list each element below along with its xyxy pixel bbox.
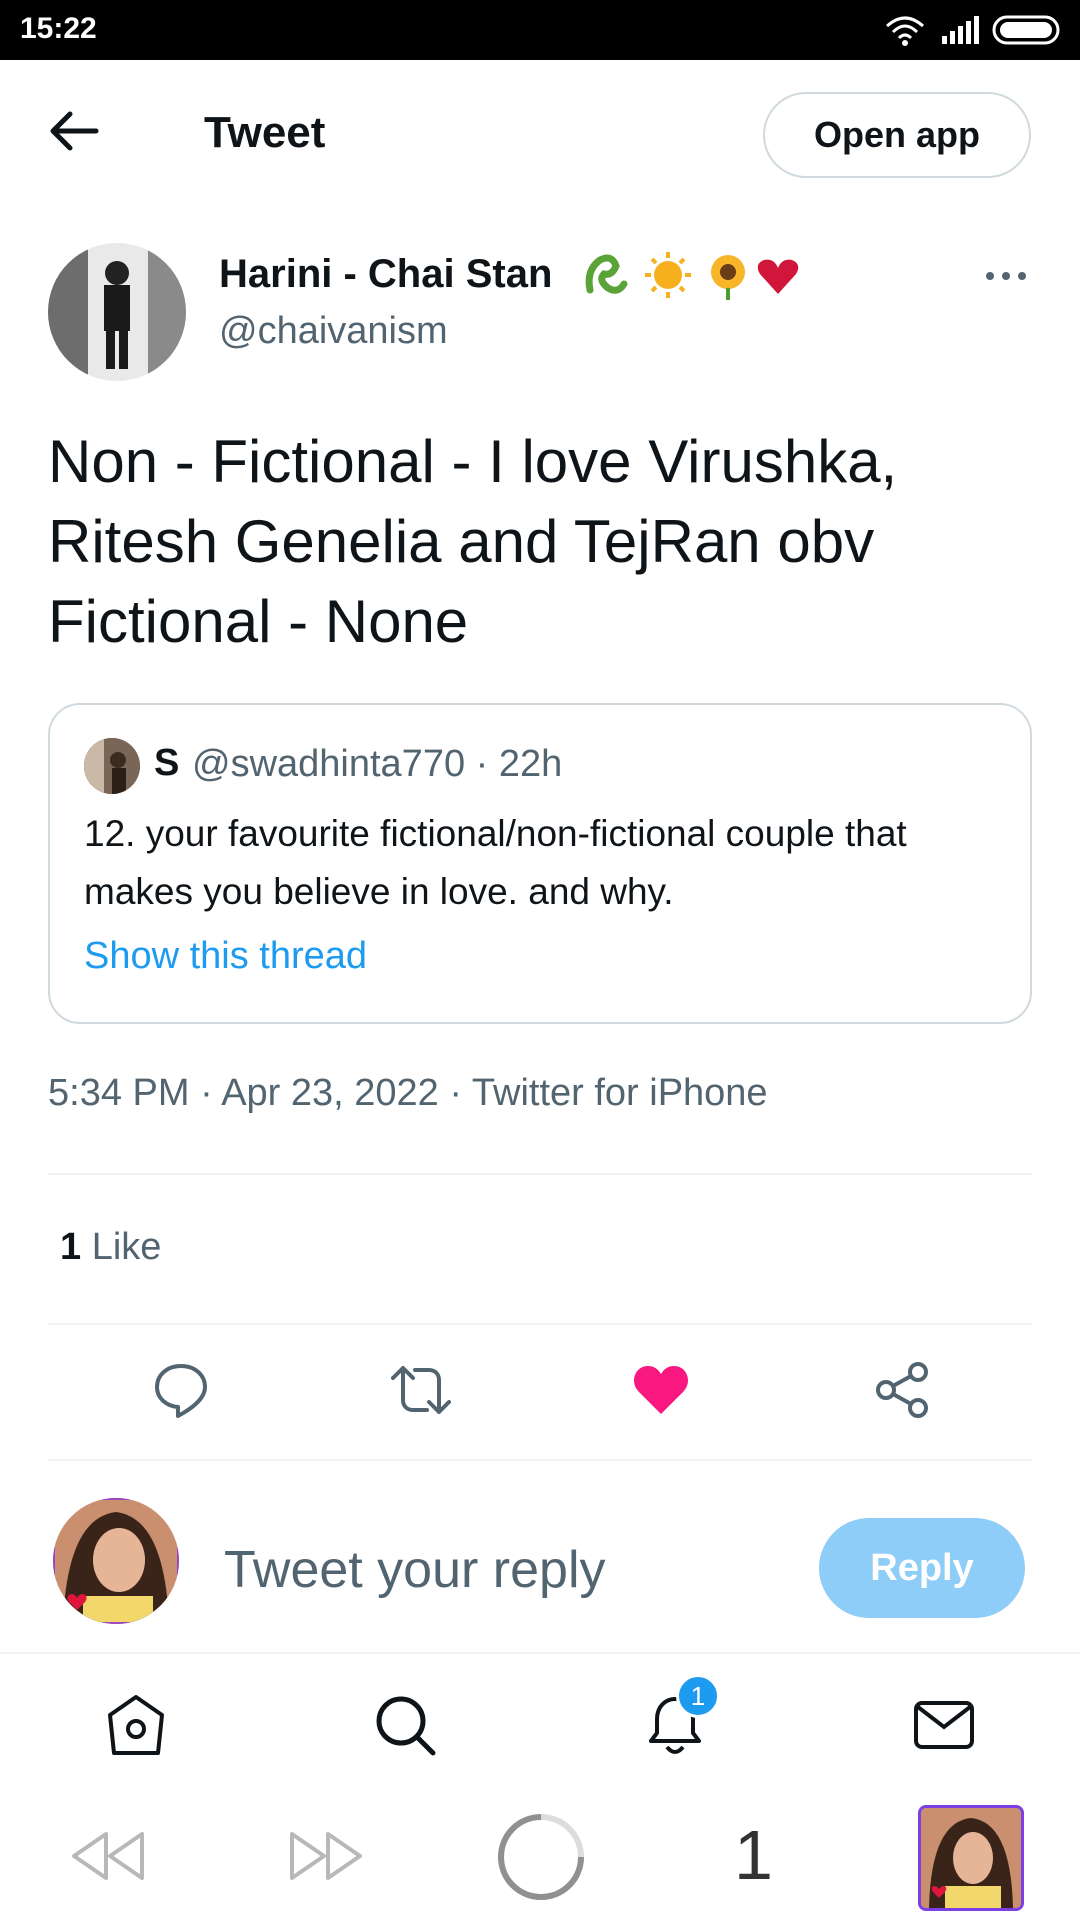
messages-mail-icon[interactable] bbox=[912, 1693, 976, 1757]
browser-forward-icon[interactable] bbox=[288, 1830, 364, 1882]
my-avatar-photo bbox=[53, 1498, 179, 1624]
page-title: Tweet bbox=[204, 108, 326, 157]
status-bar: 15:22 bbox=[0, 0, 1080, 60]
notification-badge: 1 bbox=[676, 1674, 720, 1718]
avatar-photo bbox=[48, 243, 186, 381]
like-heart-icon[interactable] bbox=[631, 1360, 691, 1420]
battery-icon bbox=[992, 15, 1060, 45]
browser-tab-count[interactable]: 1 bbox=[734, 1815, 773, 1895]
profile-thumbnail-photo bbox=[921, 1808, 1021, 1908]
emoji-decorations bbox=[585, 252, 799, 300]
quoted-handle-time: @swadhinta770 · 22h bbox=[192, 743, 563, 785]
loading-spinner-icon bbox=[498, 1814, 584, 1900]
reply-icon[interactable] bbox=[151, 1360, 211, 1420]
likes-count[interactable]: 1 Like bbox=[60, 1226, 161, 1269]
tweet-timestamp: 5:34 PM · Apr 23, 2022 · Twitter for iPh… bbox=[48, 1072, 768, 1114]
quoted-avatar-photo bbox=[84, 738, 140, 794]
author-name[interactable]: Harini - Chai Stan bbox=[219, 252, 552, 297]
quoted-author-name: S bbox=[154, 742, 180, 784]
divider bbox=[48, 1323, 1032, 1325]
signal-icon bbox=[942, 16, 979, 44]
browser-profile-thumbnail[interactable] bbox=[918, 1805, 1024, 1911]
author-handle[interactable]: @chaivanism bbox=[219, 310, 448, 353]
quoted-author-avatar bbox=[84, 738, 140, 794]
retweet-icon[interactable] bbox=[391, 1360, 451, 1420]
likes-label: Like bbox=[91, 1226, 162, 1268]
show-thread-link[interactable]: Show this thread bbox=[84, 935, 367, 978]
more-options-icon[interactable] bbox=[984, 266, 1028, 286]
name-emojis bbox=[582, 250, 802, 300]
browser-back-icon[interactable] bbox=[70, 1830, 146, 1882]
back-arrow-icon[interactable] bbox=[44, 106, 104, 156]
search-icon[interactable] bbox=[373, 1693, 437, 1757]
home-icon[interactable] bbox=[104, 1693, 168, 1757]
reply-input[interactable]: Tweet your reply bbox=[224, 1540, 606, 1600]
likes-number: 1 bbox=[60, 1226, 82, 1268]
reply-button[interactable]: Reply bbox=[819, 1518, 1025, 1618]
quoted-tweet-text: 12. your favourite fictional/non-fiction… bbox=[84, 813, 907, 912]
divider bbox=[48, 1459, 1032, 1461]
open-app-button[interactable]: Open app bbox=[763, 92, 1031, 178]
divider bbox=[48, 1173, 1032, 1175]
status-time: 15:22 bbox=[20, 12, 97, 45]
share-icon[interactable] bbox=[872, 1360, 932, 1420]
my-avatar bbox=[53, 1498, 179, 1624]
wifi-icon bbox=[886, 16, 924, 46]
tweet-text: Non - Fictional - I love Virushka, Rites… bbox=[48, 428, 898, 655]
author-avatar[interactable] bbox=[48, 243, 186, 381]
